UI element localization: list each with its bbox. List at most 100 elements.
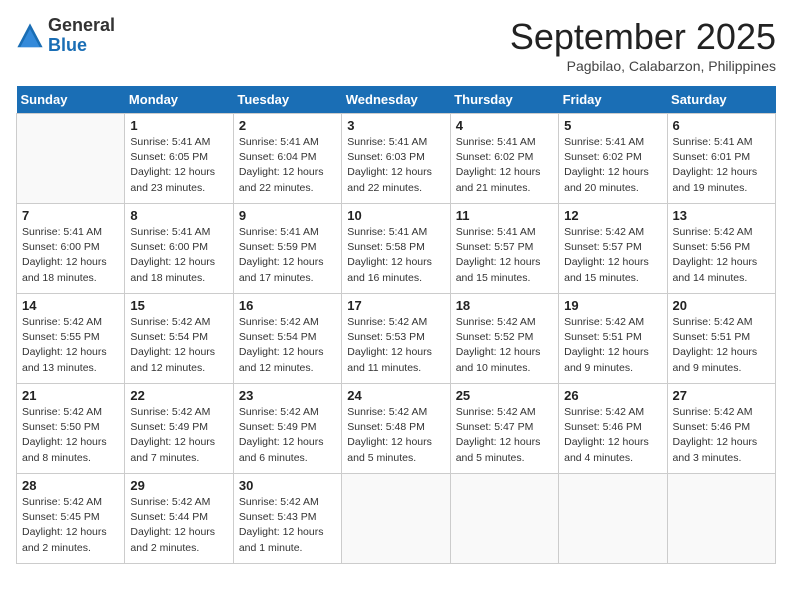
day-info: Sunrise: 5:42 AMSunset: 5:43 PMDaylight:… — [239, 495, 336, 556]
day-number: 26 — [564, 388, 661, 403]
day-number: 25 — [456, 388, 553, 403]
day-info: Sunrise: 5:42 AMSunset: 5:55 PMDaylight:… — [22, 315, 119, 376]
calendar-cell: 1 Sunrise: 5:41 AMSunset: 6:05 PMDaylight… — [125, 114, 233, 204]
calendar-cell: 17Sunrise: 5:42 AMSunset: 5:53 PMDayligh… — [342, 294, 450, 384]
calendar-cell: 8 Sunrise: 5:41 AMSunset: 6:00 PMDaylight… — [125, 204, 233, 294]
day-number: 8 — [130, 208, 227, 223]
calendar-cell: 9Sunrise: 5:41 AMSunset: 5:59 PMDaylight… — [233, 204, 341, 294]
day-info: Sunrise: 5:42 AMSunset: 5:49 PMDaylight:… — [239, 405, 336, 466]
calendar-cell: 24 Sunrise: 5:42 AMSunset: 5:48 PMDayligh… — [342, 384, 450, 474]
calendar-cell — [450, 474, 558, 564]
day-number: 20 — [673, 298, 770, 313]
day-number: 22 — [130, 388, 227, 403]
calendar-cell: 12 Sunrise: 5:42 AMSunset: 5:57 PMDayligh… — [559, 204, 667, 294]
calendar-cell — [667, 474, 775, 564]
day-info: Sunrise: 5:42 AMSunset: 5:54 PMDaylight:… — [130, 315, 227, 376]
calendar-cell: 11 Sunrise: 5:41 AMSunset: 5:57 PMDayligh… — [450, 204, 558, 294]
logo-blue-text: Blue — [48, 36, 115, 56]
day-number: 10 — [347, 208, 444, 223]
day-number: 18 — [456, 298, 553, 313]
day-number: 15 — [130, 298, 227, 313]
day-info: Sunrise: 5:41 AMSunset: 6:04 PMDaylight:… — [239, 135, 336, 196]
calendar-body: 1 Sunrise: 5:41 AMSunset: 6:05 PMDaylight… — [17, 114, 776, 564]
day-number: 19 — [564, 298, 661, 313]
calendar-cell: 26 Sunrise: 5:42 AMSunset: 5:46 PMDayligh… — [559, 384, 667, 474]
calendar-cell: 14 Sunrise: 5:42 AMSunset: 5:55 PMDayligh… — [17, 294, 125, 384]
day-info: Sunrise: 5:41 AMSunset: 6:02 PMDaylight:… — [564, 135, 661, 196]
day-number: 24 — [347, 388, 444, 403]
day-info: Sunrise: 5:41 AMSunset: 6:03 PMDaylight:… — [347, 135, 444, 196]
calendar-cell — [17, 114, 125, 204]
day-number: 28 — [22, 478, 119, 493]
calendar-cell: 27Sunrise: 5:42 AMSunset: 5:46 PMDayligh… — [667, 384, 775, 474]
day-number: 7 — [22, 208, 119, 223]
day-number: 16 — [239, 298, 336, 313]
day-number: 23 — [239, 388, 336, 403]
calendar-week-1: 1 Sunrise: 5:41 AMSunset: 6:05 PMDaylight… — [17, 114, 776, 204]
calendar-cell: 4 Sunrise: 5:41 AMSunset: 6:02 PMDaylight… — [450, 114, 558, 204]
day-number: 1 — [130, 118, 227, 133]
day-info: Sunrise: 5:42 AMSunset: 5:57 PMDaylight:… — [564, 225, 661, 286]
day-info: Sunrise: 5:42 AMSunset: 5:54 PMDaylight:… — [239, 315, 336, 376]
calendar-week-2: 7 Sunrise: 5:41 AMSunset: 6:00 PMDaylight… — [17, 204, 776, 294]
day-header-wednesday: Wednesday — [342, 86, 450, 114]
calendar-cell: 21 Sunrise: 5:42 AMSunset: 5:50 PMDayligh… — [17, 384, 125, 474]
day-number: 2 — [239, 118, 336, 133]
day-info: Sunrise: 5:41 AMSunset: 6:05 PMDaylight:… — [130, 135, 227, 196]
calendar-cell: 22 Sunrise: 5:42 AMSunset: 5:49 PMDayligh… — [125, 384, 233, 474]
day-number: 13 — [673, 208, 770, 223]
day-number: 21 — [22, 388, 119, 403]
day-number: 4 — [456, 118, 553, 133]
day-header-monday: Monday — [125, 86, 233, 114]
logo-icon — [16, 22, 44, 50]
day-header-saturday: Saturday — [667, 86, 775, 114]
day-info: Sunrise: 5:42 AMSunset: 5:51 PMDaylight:… — [564, 315, 661, 376]
day-header-thursday: Thursday — [450, 86, 558, 114]
day-info: Sunrise: 5:42 AMSunset: 5:50 PMDaylight:… — [22, 405, 119, 466]
day-info: Sunrise: 5:41 AMSunset: 5:57 PMDaylight:… — [456, 225, 553, 286]
calendar-week-4: 21 Sunrise: 5:42 AMSunset: 5:50 PMDayligh… — [17, 384, 776, 474]
calendar-cell: 6 Sunrise: 5:41 AMSunset: 6:01 PMDaylight… — [667, 114, 775, 204]
day-number: 14 — [22, 298, 119, 313]
day-header-tuesday: Tuesday — [233, 86, 341, 114]
day-info: Sunrise: 5:41 AMSunset: 6:00 PMDaylight:… — [130, 225, 227, 286]
day-number: 17 — [347, 298, 444, 313]
calendar-cell: 5 Sunrise: 5:41 AMSunset: 6:02 PMDaylight… — [559, 114, 667, 204]
day-number: 29 — [130, 478, 227, 493]
day-info: Sunrise: 5:41 AMSunset: 6:01 PMDaylight:… — [673, 135, 770, 196]
day-number: 12 — [564, 208, 661, 223]
day-number: 3 — [347, 118, 444, 133]
calendar-cell: 30 Sunrise: 5:42 AMSunset: 5:43 PMDayligh… — [233, 474, 341, 564]
calendar-week-5: 28 Sunrise: 5:42 AMSunset: 5:45 PMDayligh… — [17, 474, 776, 564]
calendar-cell: 3 Sunrise: 5:41 AMSunset: 6:03 PMDaylight… — [342, 114, 450, 204]
day-number: 9 — [239, 208, 336, 223]
calendar-cell: 2 Sunrise: 5:41 AMSunset: 6:04 PMDaylight… — [233, 114, 341, 204]
calendar-cell: 7 Sunrise: 5:41 AMSunset: 6:00 PMDaylight… — [17, 204, 125, 294]
day-info: Sunrise: 5:42 AMSunset: 5:44 PMDaylight:… — [130, 495, 227, 556]
day-number: 6 — [673, 118, 770, 133]
calendar-cell: 19 Sunrise: 5:42 AMSunset: 5:51 PMDayligh… — [559, 294, 667, 384]
calendar-cell: 15 Sunrise: 5:42 AMSunset: 5:54 PMDayligh… — [125, 294, 233, 384]
calendar-cell: 13 Sunrise: 5:42 AMSunset: 5:56 PMDayligh… — [667, 204, 775, 294]
day-number: 11 — [456, 208, 553, 223]
day-info: Sunrise: 5:42 AMSunset: 5:45 PMDaylight:… — [22, 495, 119, 556]
calendar-table: SundayMondayTuesdayWednesdayThursdayFrid… — [16, 86, 776, 564]
day-number: 5 — [564, 118, 661, 133]
calendar-cell: 10Sunrise: 5:41 AMSunset: 5:58 PMDayligh… — [342, 204, 450, 294]
calendar-cell: 29 Sunrise: 5:42 AMSunset: 5:44 PMDayligh… — [125, 474, 233, 564]
day-info: Sunrise: 5:41 AMSunset: 6:00 PMDaylight:… — [22, 225, 119, 286]
day-info: Sunrise: 5:42 AMSunset: 5:49 PMDaylight:… — [130, 405, 227, 466]
calendar-cell: 20Sunrise: 5:42 AMSunset: 5:51 PMDayligh… — [667, 294, 775, 384]
day-number: 27 — [673, 388, 770, 403]
calendar-cell: 25 Sunrise: 5:42 AMSunset: 5:47 PMDayligh… — [450, 384, 558, 474]
location-subtitle: Pagbilao, Calabarzon, Philippines — [510, 58, 776, 74]
month-title: September 2025 — [510, 16, 776, 58]
day-number: 30 — [239, 478, 336, 493]
day-header-friday: Friday — [559, 86, 667, 114]
day-info: Sunrise: 5:42 AMSunset: 5:56 PMDaylight:… — [673, 225, 770, 286]
day-info: Sunrise: 5:42 AMSunset: 5:47 PMDaylight:… — [456, 405, 553, 466]
calendar-cell — [559, 474, 667, 564]
day-info: Sunrise: 5:42 AMSunset: 5:46 PMDaylight:… — [564, 405, 661, 466]
day-info: Sunrise: 5:42 AMSunset: 5:48 PMDaylight:… — [347, 405, 444, 466]
day-info: Sunrise: 5:41 AMSunset: 6:02 PMDaylight:… — [456, 135, 553, 196]
